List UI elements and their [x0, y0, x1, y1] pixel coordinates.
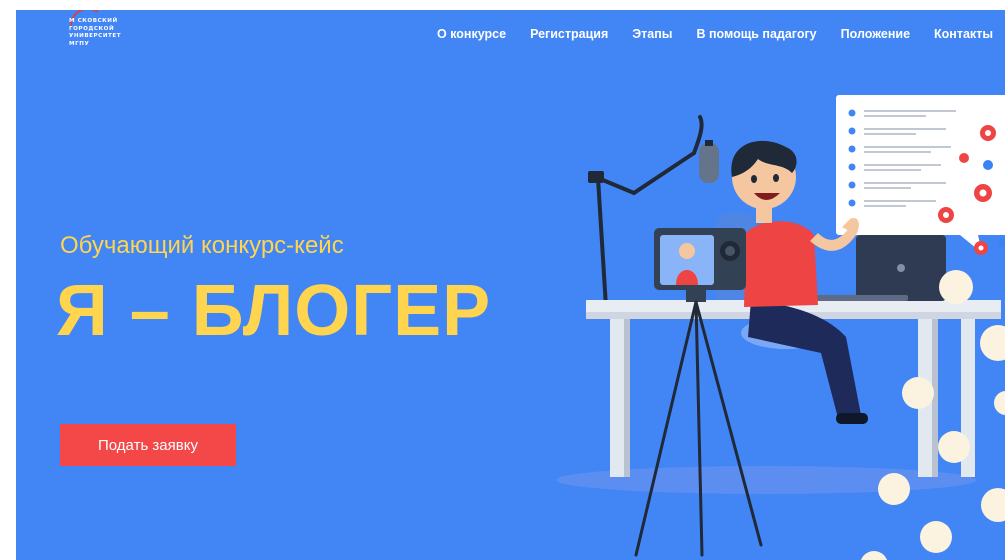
logo-text: М СКОВСКИЙ ГОРОДСКОЙ УНИВЕРСИТЕТ МГПУ [69, 18, 121, 48]
main-nav: О конкурсе Регистрация Этапы В помощь па… [437, 27, 1005, 41]
hero-subtitle: Обучающий конкурс-кейс [60, 232, 344, 259]
logo-line: ГОРОДСКОЙ [69, 25, 115, 32]
nav-item-registration[interactable]: Регистрация [530, 27, 608, 41]
apply-button[interactable]: Подать заявку [60, 424, 236, 466]
hero-title: Я – БЛОГЕР [56, 271, 492, 351]
hero-section: М СКОВСКИЙ ГОРОДСКОЙ УНИВЕРСИТЕТ МГПУ О … [16, 10, 1005, 560]
university-logo[interactable]: М СКОВСКИЙ ГОРОДСКОЙ УНИВЕРСИТЕТ МГПУ [60, 10, 150, 65]
logo-line: МГПУ [69, 40, 90, 47]
nav-item-teacher-help[interactable]: В помощь падагогу [696, 27, 816, 41]
nav-item-contacts[interactable]: Контакты [934, 27, 993, 41]
nav-item-about[interactable]: О конкурсе [437, 27, 506, 41]
chat-window [836, 95, 1005, 255]
tripod [634, 300, 763, 557]
nav-item-stages[interactable]: Этапы [632, 27, 672, 41]
nav-item-regulations[interactable]: Положение [841, 27, 910, 41]
logo-line: УНИВЕРСИТЕТ [69, 33, 122, 40]
logo-line: М СКОВСКИЙ [69, 18, 118, 24]
blogger-illustration [556, 95, 1005, 560]
